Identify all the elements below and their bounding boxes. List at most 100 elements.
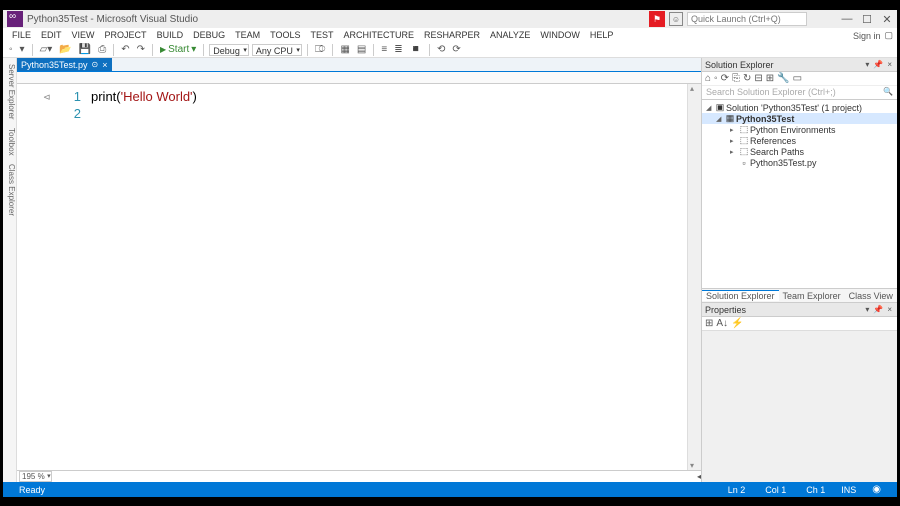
quick-launch-input[interactable] [687, 12, 807, 26]
prop-tool-icon[interactable]: ⚡ [731, 318, 743, 329]
tree-node-searchpaths[interactable]: ▸ ⬚ Search Paths [702, 146, 897, 157]
tab-label: Python35Test.py [21, 60, 88, 70]
menu-team[interactable]: TEAM [230, 30, 265, 40]
maximize-button[interactable]: ☐ [857, 13, 877, 26]
navigation-bar[interactable] [17, 72, 701, 84]
preview-icon[interactable]: ▭ [793, 73, 802, 84]
document-tab[interactable]: Python35Test.py ⊙ × [17, 58, 112, 71]
tool-icon[interactable]: ≡ [379, 44, 389, 55]
statusbar: Ready Ln 2 Col 1 Ch 1 INS ◉ [3, 482, 897, 497]
tree-node-environments[interactable]: ▸ ⬚ Python Environments [702, 124, 897, 135]
pin-icon[interactable]: 📌 [871, 305, 885, 314]
config-combo[interactable]: Debug [209, 44, 249, 56]
tree-node-references[interactable]: ▸ ⬚ References [702, 135, 897, 146]
expand-icon[interactable]: ▸ [730, 126, 738, 134]
account-icon[interactable]: ▢ [884, 30, 893, 41]
menu-analyze[interactable]: ANALYZE [485, 30, 535, 40]
menu-help[interactable]: HELP [585, 30, 619, 40]
close-tab-icon[interactable]: × [102, 60, 107, 70]
nav-back-icon[interactable]: ◦ [7, 44, 15, 55]
vertical-scrollbar[interactable] [687, 84, 701, 470]
collapse-icon[interactable]: ⊟ [754, 73, 762, 84]
expand-icon[interactable]: ▸ [730, 148, 738, 156]
rail-tab-server-explorer[interactable]: Server Explorer [7, 61, 16, 123]
menu-window[interactable]: WINDOW [535, 30, 585, 40]
toolbar: ◦ ▾ ▱▾ 📂 💾 ⎙ ↶ ↷ Start ▾ Debug Any CPU ⎄… [3, 42, 897, 58]
tool-icon[interactable]: ◾ [408, 44, 424, 55]
tool-icon[interactable]: ⟳ [450, 44, 462, 55]
notification-flag-icon[interactable]: ⚑ [649, 11, 665, 27]
panel-title: Solution Explorer [705, 60, 774, 70]
sync-icon[interactable]: ⟳ [721, 73, 729, 84]
menu-debug[interactable]: DEBUG [188, 30, 230, 40]
tool-icon[interactable]: ▤ [355, 44, 368, 55]
close-panel-icon[interactable]: × [885, 60, 894, 69]
status-ready: Ready [9, 485, 55, 495]
tool-icon[interactable]: ⎄ [313, 44, 328, 55]
rail-tab-class-explorer[interactable]: Class Explorer [7, 161, 16, 219]
tool-icon[interactable]: ≣ [392, 44, 404, 55]
categorize-icon[interactable]: ⊞ [705, 318, 713, 329]
properties-icon[interactable]: 🔧 [777, 73, 789, 84]
save-all-icon[interactable]: ⎙ [96, 44, 108, 55]
start-button[interactable]: Start ▾ [158, 44, 198, 55]
expand-icon[interactable]: ◢ [706, 104, 714, 112]
code-editor[interactable]: ⊲ 1 2 print('Hello World') [17, 84, 701, 470]
menu-test[interactable]: TEST [305, 30, 338, 40]
close-button[interactable]: ✕ [877, 13, 897, 26]
open-icon[interactable]: 📂 [57, 44, 73, 55]
menu-file[interactable]: FILE [7, 30, 36, 40]
solution-tree[interactable]: ◢ ▣ Solution 'Python35Test' (1 project) … [702, 100, 897, 288]
tree-project[interactable]: ◢ ▦ Python35Test [702, 113, 897, 124]
tab-team-explorer[interactable]: Team Explorer [779, 291, 845, 301]
back-icon[interactable]: ◦ [714, 73, 718, 84]
panel-menu-icon[interactable]: ▾ [863, 60, 871, 69]
py-file-icon: ▫ [738, 158, 750, 168]
signin-link[interactable]: Sign in [853, 31, 881, 41]
tree-node-file[interactable]: ▫ Python35Test.py [702, 157, 897, 168]
home-icon[interactable]: ⌂ [705, 73, 711, 84]
code-text[interactable]: print('Hello World') [91, 84, 687, 470]
expand-icon[interactable]: ▸ [730, 137, 738, 145]
pin-icon[interactable]: 📌 [871, 60, 885, 69]
menu-tools[interactable]: TOOLS [265, 30, 305, 40]
redo-icon[interactable]: ↷ [135, 44, 147, 55]
close-panel-icon[interactable]: × [885, 305, 894, 314]
feedback-icon[interactable]: ☺ [669, 12, 683, 26]
tool-icon[interactable]: ⎘ [732, 73, 740, 84]
expand-icon[interactable]: ◢ [716, 115, 724, 123]
menu-edit[interactable]: EDIT [36, 30, 67, 40]
vs-logo-icon [7, 11, 23, 27]
properties-body [702, 331, 897, 482]
minimize-button[interactable]: — [837, 13, 857, 25]
panel-title: Properties [705, 305, 746, 315]
menu-architecture[interactable]: ARCHITECTURE [338, 30, 419, 40]
indicator-icon: ⊲ [43, 92, 51, 103]
notifications-icon[interactable]: ◉ [862, 484, 891, 495]
refresh-icon[interactable]: ↻ [743, 73, 751, 84]
menu-build[interactable]: BUILD [152, 30, 189, 40]
search-solution-input[interactable]: Search Solution Explorer (Ctrl+;) [702, 86, 897, 100]
menu-resharper[interactable]: RESHARPER [419, 30, 485, 40]
menu-project[interactable]: PROJECT [100, 30, 152, 40]
alpha-icon[interactable]: A↓ [716, 318, 728, 329]
menubar: FILE EDIT VIEW PROJECT BUILD DEBUG TEAM … [3, 28, 897, 42]
tab-solution-explorer[interactable]: Solution Explorer [702, 290, 779, 301]
new-icon[interactable]: ▱▾ [38, 44, 55, 55]
menu-view[interactable]: VIEW [67, 30, 100, 40]
tool-icon[interactable]: ⟲ [435, 44, 447, 55]
pin-icon[interactable]: ⊙ [92, 60, 99, 69]
nav-fwd-icon[interactable]: ▾ [18, 44, 27, 55]
undo-icon[interactable]: ↶ [119, 44, 131, 55]
tool-icon[interactable]: ▦ [338, 44, 351, 55]
rail-tab-toolbox[interactable]: Toolbox [7, 125, 16, 159]
show-all-icon[interactable]: ⊞ [766, 73, 774, 84]
status-ins: INS [835, 485, 862, 495]
save-icon[interactable]: 💾 [77, 44, 93, 55]
panel-menu-icon[interactable]: ▾ [863, 305, 871, 314]
tree-solution-root[interactable]: ◢ ▣ Solution 'Python35Test' (1 project) [702, 102, 897, 113]
tab-class-view[interactable]: Class View [845, 291, 897, 301]
zoom-combo[interactable]: 195 % [19, 471, 52, 482]
platform-combo[interactable]: Any CPU [252, 44, 302, 56]
properties-panel: Properties ▾ 📌 × ⊞ A↓ ⚡ [702, 302, 897, 482]
